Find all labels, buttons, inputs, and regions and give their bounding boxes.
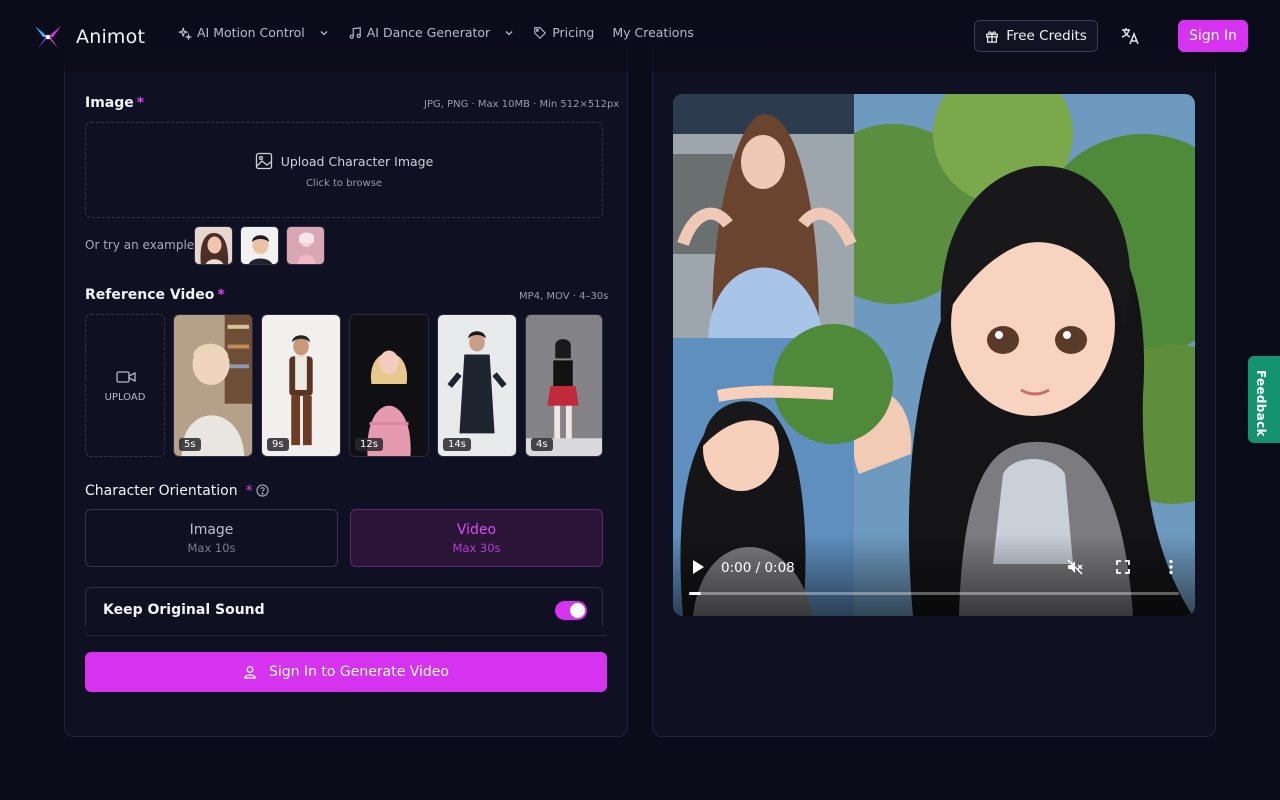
reference-video-label: Reference Video * [85, 287, 225, 303]
orientation-option-video[interactable]: Video Max 30s [350, 509, 603, 567]
sign-in-button[interactable]: Sign In [1178, 20, 1248, 52]
logo-icon [35, 26, 61, 48]
reference-video-label-text: Reference Video [85, 287, 215, 303]
keep-sound-row: Keep Original Sound [85, 587, 603, 627]
upload-subtitle: Click to browse [305, 178, 383, 189]
video-time: 0:00 / 0:08 [721, 560, 795, 576]
required-marker: * [136, 95, 145, 111]
brand-name: Animot [76, 26, 146, 48]
play-icon[interactable] [691, 559, 705, 575]
reference-clip-3[interactable]: 12s [349, 314, 429, 457]
reference-clip-4[interactable]: 14s [437, 314, 517, 457]
clip-duration: 4s [531, 438, 553, 451]
nav-my-creations[interactable]: My Creations [612, 25, 694, 40]
user-icon [244, 666, 256, 679]
nav-label: My Creations [612, 25, 694, 40]
upload-title: Upload Character Image [280, 153, 434, 169]
option-subtitle: Max 10s [187, 541, 236, 555]
clip-duration: 5s [179, 438, 201, 451]
feedback-tab[interactable]: Feedback [1248, 356, 1280, 443]
tag-icon [534, 26, 547, 39]
translate-icon[interactable] [1120, 26, 1140, 46]
nav-pricing[interactable]: Pricing [533, 25, 594, 40]
image-icon [255, 152, 272, 170]
video-controls: 0:00 / 0:08 [673, 534, 1195, 616]
keep-sound-toggle[interactable] [555, 601, 587, 620]
orientation-option-image[interactable]: Image Max 10s [85, 509, 338, 567]
clip-duration: 14s [443, 438, 471, 451]
chevron-down-icon [505, 30, 513, 35]
reference-clip-5[interactable]: 4s [525, 314, 603, 457]
free-credits-button[interactable]: Free Credits [974, 20, 1098, 52]
upload-title-row: Upload Character Image [86, 152, 602, 170]
clip-duration: 9s [267, 438, 289, 451]
image-upload-dropzone[interactable]: Upload Character Image Click to browse [85, 122, 603, 218]
brand[interactable]: Animot [32, 22, 145, 52]
image-section-label: Image * [85, 95, 144, 111]
fullscreen-icon[interactable] [1114, 558, 1132, 576]
nav-label: AI Dance Generator [366, 25, 491, 40]
clip-duration: 12s [355, 438, 383, 451]
reference-clip-1[interactable]: 5s [173, 314, 253, 457]
example-thumb-pink[interactable] [286, 226, 325, 265]
gift-icon [986, 31, 999, 43]
free-credits-label: Free Credits [1006, 28, 1087, 44]
generate-video-button[interactable]: Sign In to Generate Video [85, 652, 607, 692]
required-marker: * [217, 287, 225, 303]
reference-clip-2[interactable]: 9s [261, 314, 341, 457]
example-thumb-woman[interactable] [194, 226, 233, 265]
sparkles-icon [178, 27, 192, 40]
nav-ai-motion-control[interactable]: AI Motion Control [178, 25, 330, 40]
image-label-text: Image [85, 95, 134, 111]
music-note-icon [349, 26, 361, 39]
upload-label: UPLOAD [104, 392, 146, 403]
mute-icon[interactable] [1066, 558, 1084, 576]
progress-fill [689, 592, 702, 595]
more-options-icon[interactable] [1162, 558, 1180, 576]
feedback-label: Feedback [1254, 370, 1268, 437]
orientation-label-text: Character Orientation [85, 483, 238, 499]
example-thumb-boy[interactable] [240, 226, 279, 265]
toggle-knob [570, 603, 585, 618]
option-subtitle: Max 30s [452, 541, 501, 555]
divider [85, 635, 607, 636]
top-navigation: Animot AI Motion Control AI Dance Genera… [0, 0, 1280, 72]
option-title: Video [456, 522, 497, 538]
option-title: Image [189, 522, 234, 538]
video-upload-tile[interactable]: UPLOAD [85, 314, 165, 457]
generate-label: Sign In to Generate Video [268, 664, 449, 680]
nav-ai-dance-generator[interactable]: AI Dance Generator [348, 25, 515, 40]
example-label: Or try an example [85, 238, 195, 252]
preview-video-player[interactable]: 0:00 / 0:08 [673, 94, 1195, 616]
video-camera-icon [116, 371, 136, 383]
help-circle-icon[interactable] [256, 484, 269, 497]
nav-label: Pricing [552, 25, 595, 40]
chevron-down-icon [320, 30, 328, 35]
nav-label: AI Motion Control [197, 25, 305, 40]
required-marker: * [245, 483, 253, 499]
video-progress-bar[interactable] [689, 592, 1179, 595]
image-format-hint: JPG, PNG · Max 10MB · Min 512×512px [424, 99, 620, 110]
video-format-hint: MP4, MOV · 4–30s [519, 291, 609, 302]
keep-sound-label: Keep Original Sound [103, 602, 265, 618]
orientation-label: Character Orientation * [85, 483, 253, 499]
main-nav: AI Motion Control AI Dance Generator Pri… [178, 25, 712, 40]
